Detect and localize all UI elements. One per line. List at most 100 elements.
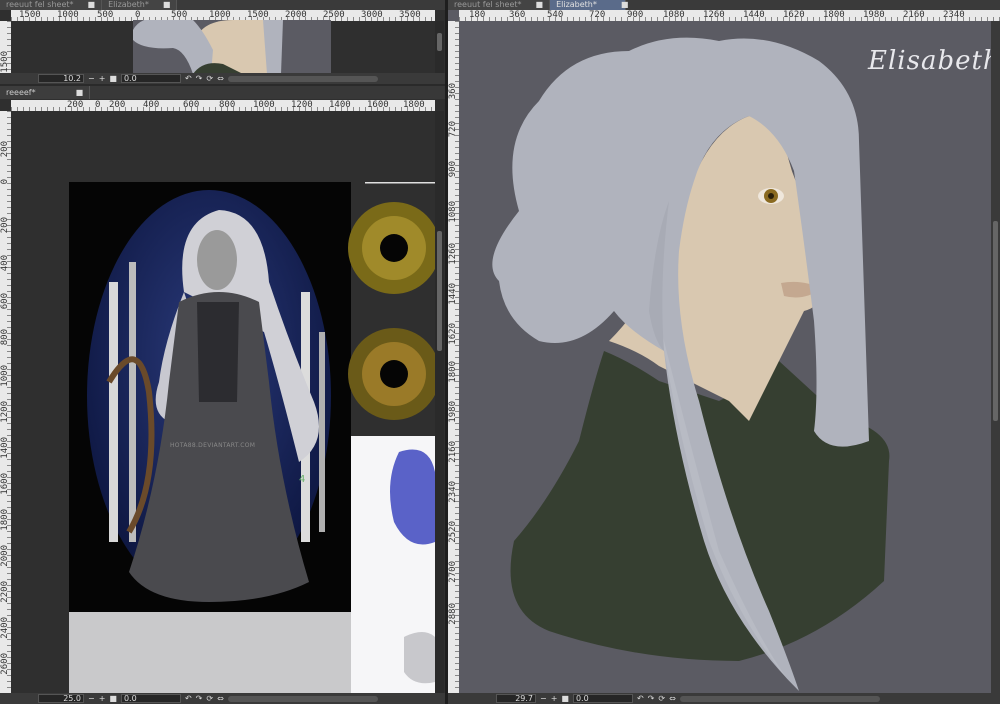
tab-label: reeuut fel sheet* [6, 0, 74, 9]
top-left-tabbar: reeuut fel sheet* ■ Elizabeth* ■ [0, 0, 445, 10]
reference-canvas [69, 182, 435, 696]
ruler-tick: 2880 [448, 603, 458, 625]
close-icon[interactable]: ■ [88, 0, 96, 9]
ruler-tick: 1800 [448, 361, 458, 383]
ruler-tick: 1620 [783, 10, 805, 20]
ruler-tick: 2340 [448, 481, 458, 503]
reset-zoom-button[interactable]: ■ [109, 74, 117, 83]
mirror-button[interactable]: ⇔ [217, 694, 224, 703]
ruler-tick: 2160 [903, 10, 925, 20]
bottom-left-statusbar: 25.0 − + ■ 0.0 ↶ ↷ ⟳ ⇔ [0, 693, 445, 704]
ruler-tick: 1000 [0, 365, 10, 387]
zoom-field[interactable]: 10.2 [38, 74, 84, 83]
zoom-in-button[interactable]: + [99, 694, 106, 703]
ruler-tick: 1000 [209, 10, 231, 20]
reset-rotation-button[interactable]: ⟳ [206, 694, 213, 703]
zoom-field[interactable]: 25.0 [38, 694, 84, 703]
vertical-scrollbar[interactable] [435, 111, 444, 693]
horizontal-ruler: 180 360 540 720 900 1080 1260 1440 1620 … [459, 10, 1000, 21]
reset-zoom-button[interactable]: ■ [109, 694, 117, 703]
rotate-left-button[interactable]: ↶ [185, 74, 192, 83]
ruler-tick: 3500 [399, 10, 421, 20]
reset-rotation-button[interactable]: ⟳ [658, 694, 665, 703]
ruler-tick: 1980 [863, 10, 885, 20]
ruler-tick: 720 [448, 121, 458, 138]
ruler-tick: 500 [97, 10, 114, 20]
ruler-tick: 900 [627, 10, 644, 20]
close-icon[interactable]: ■ [163, 0, 171, 9]
mirror-button[interactable]: ⇔ [669, 694, 676, 703]
ruler-tick: 3000 [361, 10, 383, 20]
rotate-right-button[interactable]: ↷ [196, 694, 203, 703]
tab-reeeef[interactable]: reeeef* ■ [0, 86, 91, 99]
ruler-tick: 1500 [0, 51, 10, 73]
tab-reeuut-sheet[interactable]: reeuut fel sheet* ■ [0, 0, 103, 10]
rotate-right-button[interactable]: ↷ [648, 694, 655, 703]
angle-field[interactable]: 0.0 [120, 74, 181, 83]
tab-reeuut-sheet[interactable]: reeuut fel sheet* ■ [448, 0, 551, 10]
ruler-tick: 0 [95, 100, 101, 110]
navigator-slider[interactable] [679, 695, 880, 702]
canvas-title-text: Elisabeth [868, 46, 1000, 76]
close-icon[interactable]: ■ [621, 0, 629, 9]
ruler-tick: 2000 [0, 545, 10, 567]
bottom-left-canvas-panel: reeeef* ■ 200 0 200 400 600 800 1000 1200… [0, 86, 445, 704]
ruler-tick: 1000 [57, 10, 79, 20]
ruler-tick: 1260 [448, 243, 458, 265]
ruler-tick: 1000 [253, 100, 275, 110]
rotate-left-button[interactable]: ↶ [185, 694, 192, 703]
close-icon[interactable]: ■ [536, 0, 544, 9]
reset-rotation-button[interactable]: ⟳ [206, 74, 213, 83]
ruler-tick: 360 [448, 83, 458, 100]
vertical-scrollbar[interactable] [435, 21, 444, 73]
top-left-statusbar: 10.2 − + ■ 0.0 ↶ ↷ ⟳ ⇔ [0, 73, 445, 84]
ruler-tick: 800 [219, 100, 236, 110]
ruler-tick: 2500 [323, 10, 345, 20]
ruler-tick: 1440 [743, 10, 765, 20]
vertical-scrollbar[interactable] [991, 21, 1000, 693]
rotate-left-button[interactable]: ↶ [637, 694, 644, 703]
reset-zoom-button[interactable]: ■ [561, 694, 569, 703]
top-left-canvas-panel: reeuut fel sheet* ■ Elizabeth* ■ 1500 1000… [0, 0, 445, 84]
zoom-in-button[interactable]: + [551, 694, 558, 703]
angle-field[interactable]: 0.0 [572, 694, 633, 703]
zoom-out-button[interactable]: − [88, 74, 95, 83]
ruler-tick: 400 [0, 255, 10, 272]
ruler-tick: 1600 [367, 100, 389, 110]
tab-label: Elizabeth* [108, 0, 149, 9]
ruler-tick: 600 [0, 293, 10, 310]
zoom-out-button[interactable]: − [540, 694, 547, 703]
ruler-tick: 1400 [329, 100, 351, 110]
tab-elizabeth[interactable]: Elizabeth* ■ [102, 0, 178, 10]
angle-field[interactable]: 0.0 [120, 694, 181, 703]
rotate-right-button[interactable]: ↷ [196, 74, 203, 83]
navigator-slider[interactable] [227, 75, 378, 82]
ruler-tick: 2600 [0, 653, 10, 675]
ruler-tick: 0 [0, 179, 10, 185]
ruler-tick: 1800 [0, 509, 10, 531]
bottom-left-tabbar: reeeef* ■ [0, 86, 445, 99]
ruler-tick: 2520 [448, 521, 458, 543]
ruler-tick: 1400 [0, 437, 10, 459]
ruler-tick: 360 [509, 10, 526, 20]
ruler-tick: 800 [0, 329, 10, 346]
tab-label: Elizabeth* [556, 0, 597, 9]
zoom-in-button[interactable]: + [99, 74, 106, 83]
vertical-ruler: 1500 [0, 21, 11, 73]
ruler-tick: 2400 [0, 617, 10, 639]
ruler-tick: 2700 [448, 561, 458, 583]
main-statusbar: 29.7 − + ■ 0.0 ↶ ↷ ⟳ ⇔ [448, 693, 1000, 704]
ruler-tick: 1200 [291, 100, 313, 110]
tab-elizabeth[interactable]: Elizabeth* ■ [550, 0, 629, 10]
ruler-tick: 1080 [663, 10, 685, 20]
ruler-tick: 1080 [448, 201, 458, 223]
ruler-tick: 200 [67, 100, 84, 110]
mirror-button[interactable]: ⇔ [217, 74, 224, 83]
zoom-field[interactable]: 29.7 [496, 694, 536, 703]
ruler-tick: 400 [143, 100, 160, 110]
tab-label: reeuut fel sheet* [454, 0, 522, 9]
close-icon[interactable]: ■ [76, 88, 84, 97]
ruler-tick: 2200 [0, 581, 10, 603]
navigator-slider[interactable] [227, 695, 378, 702]
zoom-out-button[interactable]: − [88, 694, 95, 703]
